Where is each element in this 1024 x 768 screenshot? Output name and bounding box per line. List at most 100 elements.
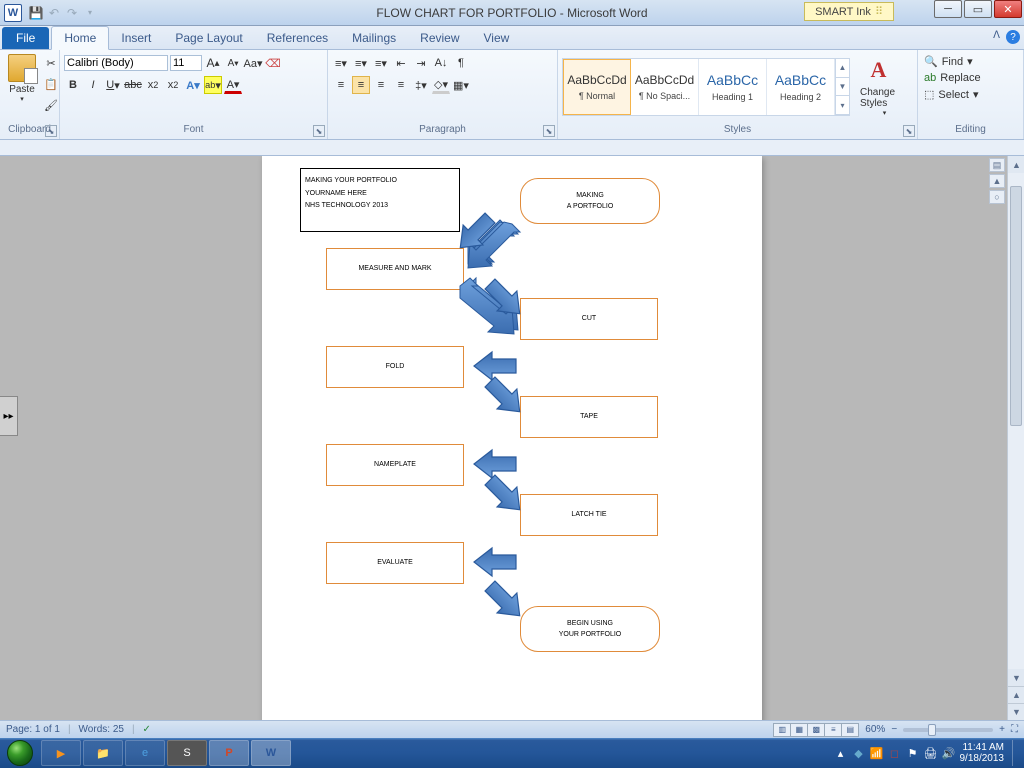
sort-icon[interactable]: A↓ bbox=[432, 54, 450, 72]
text-effects-icon[interactable]: A▾ bbox=[184, 76, 202, 94]
borders-icon[interactable]: ▦▾ bbox=[452, 76, 470, 94]
clipboard-launcher[interactable]: ⬊ bbox=[45, 125, 57, 137]
outline-icon[interactable]: ≡ bbox=[824, 723, 842, 737]
flow-evaluate[interactable]: EVALUATE bbox=[326, 542, 464, 584]
vertical-scrollbar[interactable]: ▲ ▼ ▲ ▼ bbox=[1007, 156, 1024, 720]
tray-shield-icon[interactable]: ◆ bbox=[852, 746, 866, 760]
taskbar-word[interactable]: W bbox=[251, 740, 291, 766]
print-layout-icon[interactable]: ▥ bbox=[773, 723, 791, 737]
tray-printer-icon[interactable]: 🖨 bbox=[924, 746, 938, 760]
clear-formatting-icon[interactable]: ⌫ bbox=[264, 54, 282, 72]
justify-icon[interactable]: ≡ bbox=[392, 76, 410, 94]
gallery-up-icon[interactable]: ▲ bbox=[836, 59, 849, 78]
flow-nameplate[interactable]: NAMEPLATE bbox=[326, 444, 464, 486]
smart-ink-badge[interactable]: SMART Ink⠿ bbox=[804, 2, 894, 21]
taskbar-powerpoint[interactable]: P bbox=[209, 740, 249, 766]
status-page[interactable]: Page: 1 of 1 bbox=[6, 724, 60, 735]
status-words[interactable]: Words: 25 bbox=[79, 724, 124, 735]
replace-button[interactable]: abReplace bbox=[922, 71, 983, 85]
line-spacing-icon[interactable]: ‡▾ bbox=[412, 76, 430, 94]
subscript-icon[interactable]: x2 bbox=[144, 76, 162, 94]
horizontal-ruler[interactable] bbox=[0, 140, 1024, 156]
minimize-button[interactable]: ─ bbox=[934, 0, 962, 18]
close-button[interactable]: ✕ bbox=[994, 0, 1022, 18]
bullets-icon[interactable]: ≡▾ bbox=[332, 54, 350, 72]
draft-icon[interactable]: ▤ bbox=[841, 723, 859, 737]
change-styles-button[interactable]: A Change Styles ▾ bbox=[856, 55, 913, 119]
styles-gallery[interactable]: AaBbCcDd¶ NormalAaBbCcDd¶ No Spaci...AaB… bbox=[562, 58, 850, 116]
zoom-out-icon[interactable]: − bbox=[891, 724, 897, 735]
grow-font-icon[interactable]: A▴ bbox=[204, 54, 222, 72]
minimize-ribbon-icon[interactable]: ᐱ bbox=[993, 30, 1000, 44]
gallery-down-icon[interactable]: ▼ bbox=[836, 78, 849, 97]
flow-tape[interactable]: TAPE bbox=[520, 396, 658, 438]
taskbar-ie[interactable]: e bbox=[125, 740, 165, 766]
tray-flag-icon[interactable]: ⚑ bbox=[906, 746, 920, 760]
zoom-level[interactable]: 60% bbox=[865, 724, 885, 735]
navigation-toggle[interactable]: ▸▸ bbox=[0, 396, 18, 436]
word-icon[interactable]: W bbox=[4, 4, 22, 22]
tab-insert[interactable]: Insert bbox=[109, 27, 163, 49]
ruler-toggle-icon[interactable]: ▤ bbox=[989, 158, 1005, 172]
bold-icon[interactable]: B bbox=[64, 76, 82, 94]
browse-up-icon[interactable]: ▲ bbox=[989, 174, 1005, 188]
align-left-icon[interactable]: ≡ bbox=[332, 76, 350, 94]
style-heading2[interactable]: AaBbCcHeading 2 bbox=[767, 59, 835, 115]
copy-icon[interactable]: 📋 bbox=[42, 75, 60, 93]
tab-page-layout[interactable]: Page Layout bbox=[163, 27, 254, 49]
qat-dropdown-icon[interactable]: ▾ bbox=[82, 5, 98, 21]
select-button[interactable]: ⬚Select ▾ bbox=[922, 87, 981, 102]
tab-references[interactable]: References bbox=[255, 27, 340, 49]
tray-up-icon[interactable]: ▴ bbox=[834, 746, 848, 760]
tab-home[interactable]: Home bbox=[51, 26, 109, 50]
zoom-fit-icon[interactable]: ⛶ bbox=[1011, 724, 1018, 735]
style-nospaci[interactable]: AaBbCcDd¶ No Spaci... bbox=[631, 59, 699, 115]
redo-icon[interactable]: ↷ bbox=[64, 5, 80, 21]
tab-review[interactable]: Review bbox=[408, 27, 471, 49]
paragraph-launcher[interactable]: ⬊ bbox=[543, 125, 555, 137]
spellcheck-icon[interactable]: ✓ bbox=[143, 724, 151, 735]
show-hide-icon[interactable]: ¶ bbox=[452, 54, 470, 72]
start-button[interactable] bbox=[0, 738, 40, 768]
browse-object-icon[interactable]: ○ bbox=[989, 190, 1005, 204]
font-launcher[interactable]: ⬊ bbox=[313, 125, 325, 137]
font-name-input[interactable] bbox=[64, 55, 168, 71]
arrow-1[interactable] bbox=[468, 222, 518, 262]
style-normal[interactable]: AaBbCcDd¶ Normal bbox=[563, 59, 631, 115]
gallery-more-icon[interactable]: ▾ bbox=[836, 96, 849, 115]
info-text-box[interactable]: MAKING YOUR PORTFOLIO YOURNAME HERE NHS … bbox=[300, 168, 460, 232]
undo-icon[interactable]: ↶ bbox=[46, 5, 62, 21]
zoom-slider[interactable] bbox=[903, 728, 993, 732]
taskbar-app[interactable]: S bbox=[167, 740, 207, 766]
help-icon[interactable]: ? bbox=[1006, 30, 1020, 44]
superscript-icon[interactable]: x2 bbox=[164, 76, 182, 94]
save-icon[interactable]: 💾 bbox=[28, 5, 44, 21]
strikethrough-icon[interactable]: abc bbox=[124, 76, 142, 94]
font-size-input[interactable] bbox=[170, 55, 202, 71]
taskbar-media-player[interactable]: ▶ bbox=[41, 740, 81, 766]
highlight-icon[interactable]: ab▾ bbox=[204, 76, 222, 94]
document-page[interactable]: MAKING YOUR PORTFOLIO YOURNAME HERE NHS … bbox=[262, 156, 762, 720]
find-button[interactable]: 🔍Find ▾ bbox=[922, 54, 975, 69]
shading-icon[interactable]: ◇▾ bbox=[432, 76, 450, 94]
full-screen-icon[interactable]: ▦ bbox=[790, 723, 808, 737]
style-heading1[interactable]: AaBbCcHeading 1 bbox=[699, 59, 767, 115]
align-center-icon[interactable]: ≡ bbox=[352, 76, 370, 94]
tray-network-icon[interactable]: 📶 bbox=[870, 746, 884, 760]
show-desktop-button[interactable] bbox=[1012, 740, 1020, 766]
flow-cut[interactable]: CUT bbox=[520, 298, 658, 340]
paste-button[interactable]: Paste ▾ bbox=[4, 52, 40, 105]
decrease-indent-icon[interactable]: ⇤ bbox=[392, 54, 410, 72]
scrollbar-thumb[interactable] bbox=[1010, 186, 1022, 426]
format-painter-icon[interactable]: 🖌 bbox=[42, 96, 60, 114]
cut-icon[interactable]: ✂ bbox=[42, 54, 60, 72]
multilevel-icon[interactable]: ≡▾ bbox=[372, 54, 390, 72]
flow-end[interactable]: BEGIN USING YOUR PORTFOLIO bbox=[520, 606, 660, 652]
tab-file[interactable]: File bbox=[2, 27, 49, 49]
web-layout-icon[interactable]: ▩ bbox=[807, 723, 825, 737]
underline-icon[interactable]: U▾ bbox=[104, 76, 122, 94]
italic-icon[interactable]: I bbox=[84, 76, 102, 94]
tab-mailings[interactable]: Mailings bbox=[340, 27, 408, 49]
flow-measure[interactable]: MEASURE AND MARK bbox=[326, 248, 464, 290]
maximize-button[interactable]: ▭ bbox=[964, 0, 992, 18]
